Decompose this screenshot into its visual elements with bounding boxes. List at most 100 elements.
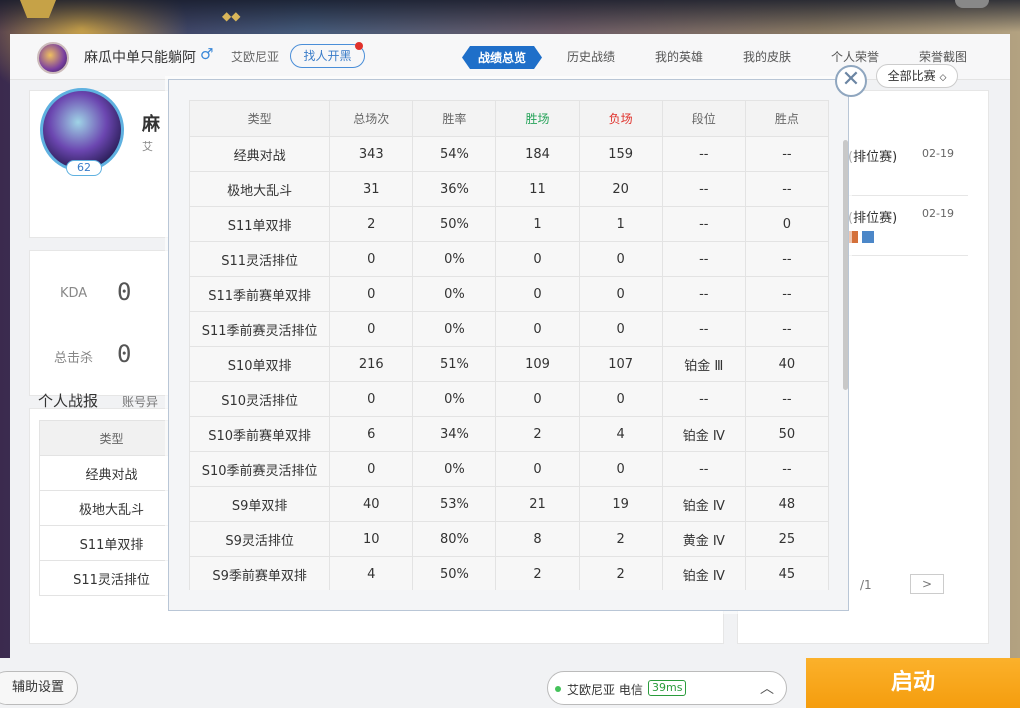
table-cell: -- bbox=[744, 311, 829, 347]
divider bbox=[848, 255, 968, 256]
image-icon[interactable] bbox=[862, 231, 874, 243]
table-cell: 4 bbox=[578, 416, 663, 452]
table-cell: 10 bbox=[329, 521, 414, 557]
table-row: S10灵活排位 0 0% 0 0 -- -- bbox=[189, 381, 829, 417]
find-party-button[interactable]: 找人开黑 bbox=[290, 44, 365, 68]
kills-value: 0 bbox=[117, 340, 132, 368]
table-cell: -- bbox=[661, 241, 746, 277]
table-cell: 0 bbox=[495, 381, 580, 417]
tab-heroes[interactable]: 我的英雄 bbox=[655, 48, 703, 65]
table-cell: -- bbox=[661, 206, 746, 242]
table-cell: 80% bbox=[412, 521, 497, 557]
chevron-up-icon: ︿ bbox=[760, 681, 774, 697]
table-row: S11灵活排位 bbox=[39, 560, 184, 596]
level-badge: 62 bbox=[66, 160, 102, 176]
table-cell: S11灵活排位 bbox=[189, 241, 331, 277]
window-control[interactable] bbox=[955, 0, 989, 8]
match-mode[interactable]: (排位赛) bbox=[848, 146, 897, 165]
username: 麻瓜中单只能躺阿 bbox=[84, 50, 196, 66]
table-cell: 50% bbox=[412, 206, 497, 242]
table-cell: 0 bbox=[495, 276, 580, 312]
table-cell: 0 bbox=[578, 451, 663, 487]
table-cell: 0% bbox=[412, 276, 497, 312]
table-row: S9单双排 40 53% 21 19 铂金 Ⅳ 48 bbox=[189, 486, 829, 522]
table-cell: 34% bbox=[412, 416, 497, 452]
table-cell: 109 bbox=[495, 346, 580, 382]
table-cell: 36% bbox=[412, 171, 497, 207]
table-cell: 铂金 Ⅳ bbox=[661, 416, 746, 452]
table-cell: 0% bbox=[412, 451, 497, 487]
table-cell: 343 bbox=[329, 136, 414, 172]
table-row: S9灵活排位 10 80% 8 2 黄金 Ⅳ 25 bbox=[189, 521, 829, 557]
table-row: S11单双排 bbox=[39, 525, 184, 561]
modal-scrollbar[interactable] bbox=[843, 140, 848, 390]
table-cell: 2 bbox=[495, 416, 580, 452]
table-cell: 0% bbox=[412, 241, 497, 277]
table-cell: -- bbox=[744, 276, 829, 312]
tab-overview[interactable]: 战绩总览 bbox=[462, 46, 542, 69]
table-cell: 50 bbox=[744, 416, 829, 452]
ping-badge: 39ms bbox=[648, 680, 687, 696]
server-selector[interactable]: 艾欧尼亚 电信 39ms ︿ bbox=[547, 671, 787, 705]
table-cell: -- bbox=[661, 276, 746, 312]
table-cell: 黄金 Ⅳ bbox=[661, 521, 746, 557]
table-row: S11单双排 2 50% 1 1 -- 0 bbox=[189, 206, 829, 242]
launch-button[interactable]: 启动 bbox=[806, 658, 1020, 708]
stats-table-viewport[interactable]: 类型 总场次 胜率 胜场 负场 段位 胜点 经典对战 343 54% 184 159 -- -- 极地大乱… bbox=[189, 100, 829, 590]
table-cell: -- bbox=[661, 171, 746, 207]
table-cell: 25 bbox=[744, 521, 829, 557]
table-cell: 1 bbox=[495, 206, 580, 242]
table-row: 经典对战 bbox=[39, 455, 184, 491]
match-mode[interactable]: (排位赛) bbox=[848, 207, 897, 226]
table-cell: 0 bbox=[329, 241, 414, 277]
region-label: 艾欧尼亚 bbox=[231, 50, 280, 64]
assist-settings-button[interactable]: 辅助设置 bbox=[0, 671, 78, 705]
table-cell: 1 bbox=[578, 206, 663, 242]
column-header: 总场次 bbox=[329, 100, 414, 137]
table-cell: 0 bbox=[329, 381, 414, 417]
table-cell: 0 bbox=[495, 241, 580, 277]
table-row: S10季前赛灵活排位 0 0% 0 0 -- -- bbox=[189, 451, 829, 487]
table-cell: 8 bbox=[495, 521, 580, 557]
table-row: 极地大乱斗 bbox=[39, 490, 184, 526]
total-pages: /1 bbox=[860, 578, 872, 592]
title-bar bbox=[0, 0, 1020, 32]
tab-screenshots[interactable]: 荣誉截图 bbox=[919, 48, 967, 65]
notification-dot-icon bbox=[355, 42, 363, 50]
close-icon[interactable]: ✕ bbox=[835, 65, 867, 97]
tab-history[interactable]: 历史战绩 bbox=[567, 48, 615, 65]
next-page-button[interactable]: > bbox=[910, 574, 944, 594]
kills-label: 总击杀 bbox=[54, 351, 94, 366]
stats-table: 类型 总场次 胜率 胜场 负场 段位 胜点 经典对战 343 54% 184 159 -- -- 极地大乱… bbox=[189, 100, 829, 590]
table-cell: 51% bbox=[412, 346, 497, 382]
table-cell: S11季前赛单双排 bbox=[189, 276, 331, 312]
table-cell: 铂金 Ⅳ bbox=[661, 556, 746, 590]
male-icon: ♂ bbox=[200, 45, 214, 63]
report-title: 个人战报 bbox=[38, 392, 99, 410]
match-filter-dropdown[interactable]: 全部比赛 ◇ bbox=[876, 64, 958, 88]
table-cell: 经典对战 bbox=[189, 136, 331, 172]
table-cell: 0 bbox=[495, 451, 580, 487]
table-cell: S9灵活排位 bbox=[189, 521, 331, 557]
column-header: 胜率 bbox=[412, 100, 497, 137]
tab-honor[interactable]: 个人荣誉 bbox=[831, 48, 879, 65]
table-cell: -- bbox=[744, 171, 829, 207]
report-subtitle: 账号异 bbox=[122, 395, 159, 409]
avatar[interactable] bbox=[37, 42, 69, 74]
status-dot-icon bbox=[555, 686, 561, 692]
tab-skins[interactable]: 我的皮肤 bbox=[743, 48, 791, 65]
table-row: S9季前赛单双排 4 50% 2 2 铂金 Ⅳ 45 bbox=[189, 556, 829, 590]
table-row: S11季前赛单双排 0 0% 0 0 -- -- bbox=[189, 276, 829, 312]
table-cell: 铂金 Ⅳ bbox=[661, 486, 746, 522]
column-header: 负场 bbox=[578, 100, 663, 137]
table-cell: -- bbox=[744, 381, 829, 417]
kda-label: KDA bbox=[60, 286, 88, 301]
table-cell: 2 bbox=[578, 556, 663, 590]
match-date: 02-19 bbox=[922, 147, 954, 160]
filter-label: 全部比赛 bbox=[887, 69, 936, 83]
table-cell: 216 bbox=[329, 346, 414, 382]
table-cell: 184 bbox=[495, 136, 580, 172]
column-header: 类型 bbox=[189, 100, 331, 137]
table-cell: -- bbox=[744, 136, 829, 172]
chevron-down-icon: ◇ bbox=[939, 73, 947, 83]
